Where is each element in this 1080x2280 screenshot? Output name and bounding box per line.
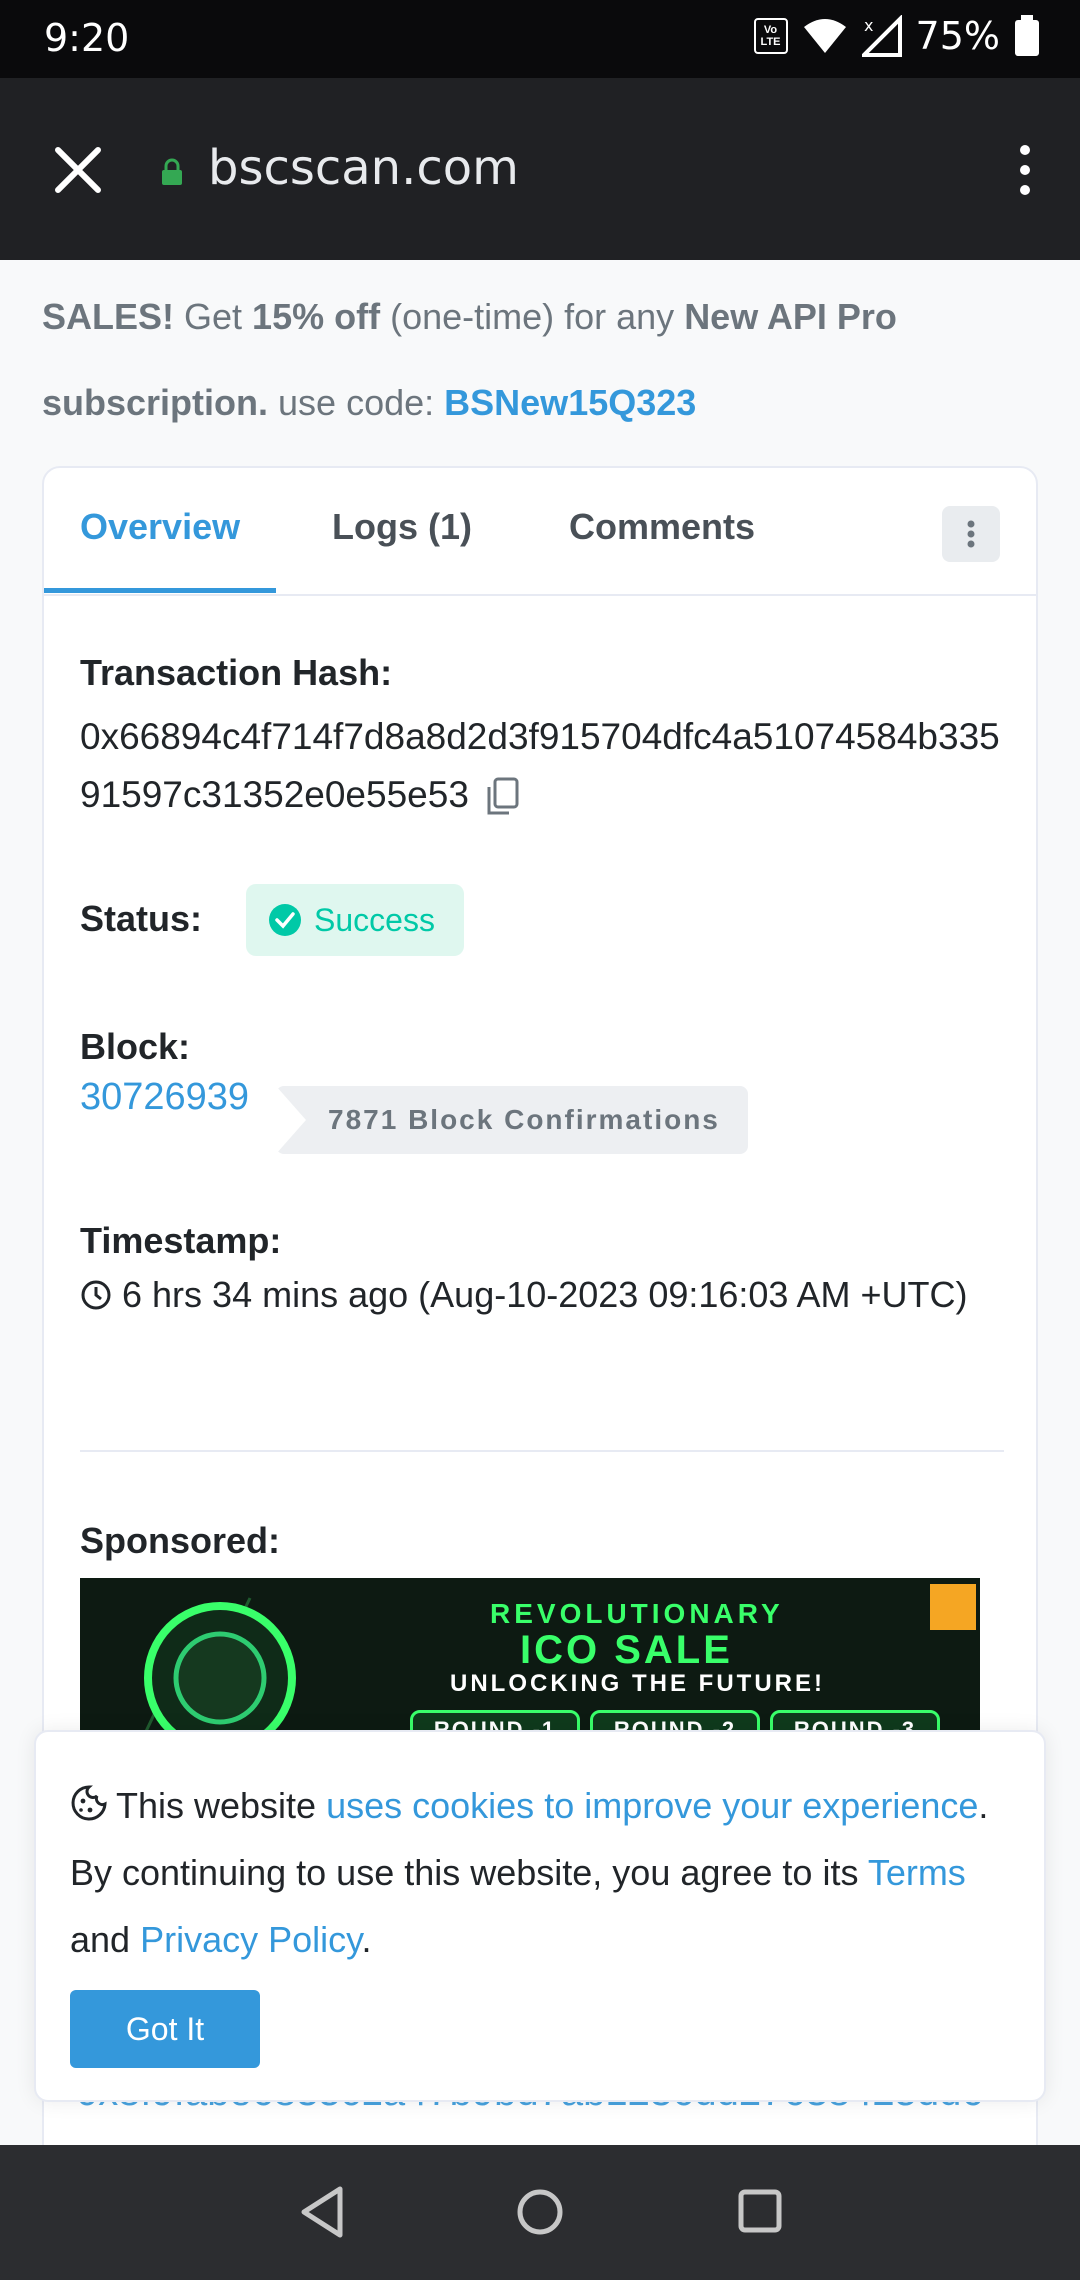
privacy-policy-link[interactable]: Privacy Policy: [140, 1919, 361, 1960]
banner-headline: ICO SALE: [520, 1628, 733, 1672]
signal-icon: x: [861, 15, 902, 57]
volte-icon: Vo LTE: [753, 18, 788, 54]
block-confirmations: 7871 Block Confirmations: [276, 1086, 748, 1154]
got-it-button[interactable]: Got It: [70, 1990, 260, 2068]
transaction-hash: 0x66894c4f714f7d8a8d2d3f915704dfc4a51074…: [80, 708, 1020, 824]
sponsored-label: Sponsored:: [80, 1520, 281, 1561]
timestamp-label: Timestamp:: [80, 1220, 282, 1261]
promo-code[interactable]: BSNew15Q323: [444, 382, 696, 423]
cookie-policy-link[interactable]: uses cookies to improve your experience: [326, 1785, 978, 1826]
more-vert-icon[interactable]: [1010, 140, 1040, 200]
divider: [80, 1450, 1004, 1452]
cookie-icon: [71, 1785, 107, 1821]
banner-subtitle: UNLOCKING THE FUTURE!: [450, 1670, 825, 1697]
status-label: Status:: [80, 898, 203, 939]
promo-banner: SALES! Get 15% off (one-time) for any Ne…: [42, 296, 897, 423]
tab-bar: Overview Logs (1) Comments: [44, 468, 1036, 596]
browser-toolbar: bscscan.com: [0, 78, 1080, 260]
status-time: 9:20: [44, 16, 130, 60]
confirmations-arrow: [276, 1086, 306, 1154]
recents-icon[interactable]: [736, 2183, 784, 2241]
tab-overview[interactable]: Overview: [80, 506, 240, 548]
timestamp-value: 6 hrs 34 mins ago (Aug-10-2023 09:16:03 …: [80, 1266, 980, 1324]
more-vert-icon: [967, 520, 975, 548]
wifi-icon: [803, 19, 846, 53]
clock-icon: [81, 1280, 111, 1310]
terms-link[interactable]: Terms: [868, 1852, 966, 1893]
copy-icon[interactable]: [485, 777, 521, 817]
home-icon[interactable]: [514, 2183, 566, 2241]
block-number-link[interactable]: 30726939: [80, 1076, 249, 1119]
status-badge: Success: [246, 884, 464, 956]
banner-title: REVOLUTIONARY: [490, 1598, 784, 1629]
url-bar[interactable]: bscscan.com: [208, 140, 519, 196]
cookie-notice: This website uses cookies to improve you…: [34, 1730, 1046, 2102]
cookie-text: This website uses cookies to improve you…: [70, 1785, 989, 1960]
mascot-icon: [930, 1584, 976, 1630]
battery-icon: [1015, 15, 1039, 56]
active-tab-indicator: [44, 588, 276, 593]
tab-comments[interactable]: Comments: [569, 506, 755, 548]
block-label: Block:: [80, 1026, 191, 1067]
status-bar: 9:20 Vo LTE x 75%: [0, 0, 1080, 78]
navigation-bar: [0, 2145, 1080, 2280]
battery-percent: 75%: [915, 14, 1000, 58]
status-icons: Vo LTE x 75%: [753, 14, 1040, 58]
tab-logs[interactable]: Logs (1): [332, 506, 472, 548]
hash-label: Transaction Hash:: [80, 652, 393, 693]
check-circle-icon: [269, 904, 301, 936]
lock-icon: [162, 158, 182, 185]
svg-text:x: x: [864, 16, 873, 35]
close-icon[interactable]: [52, 144, 104, 196]
tab-more-button[interactable]: [942, 506, 1000, 562]
back-icon[interactable]: [296, 2183, 346, 2241]
